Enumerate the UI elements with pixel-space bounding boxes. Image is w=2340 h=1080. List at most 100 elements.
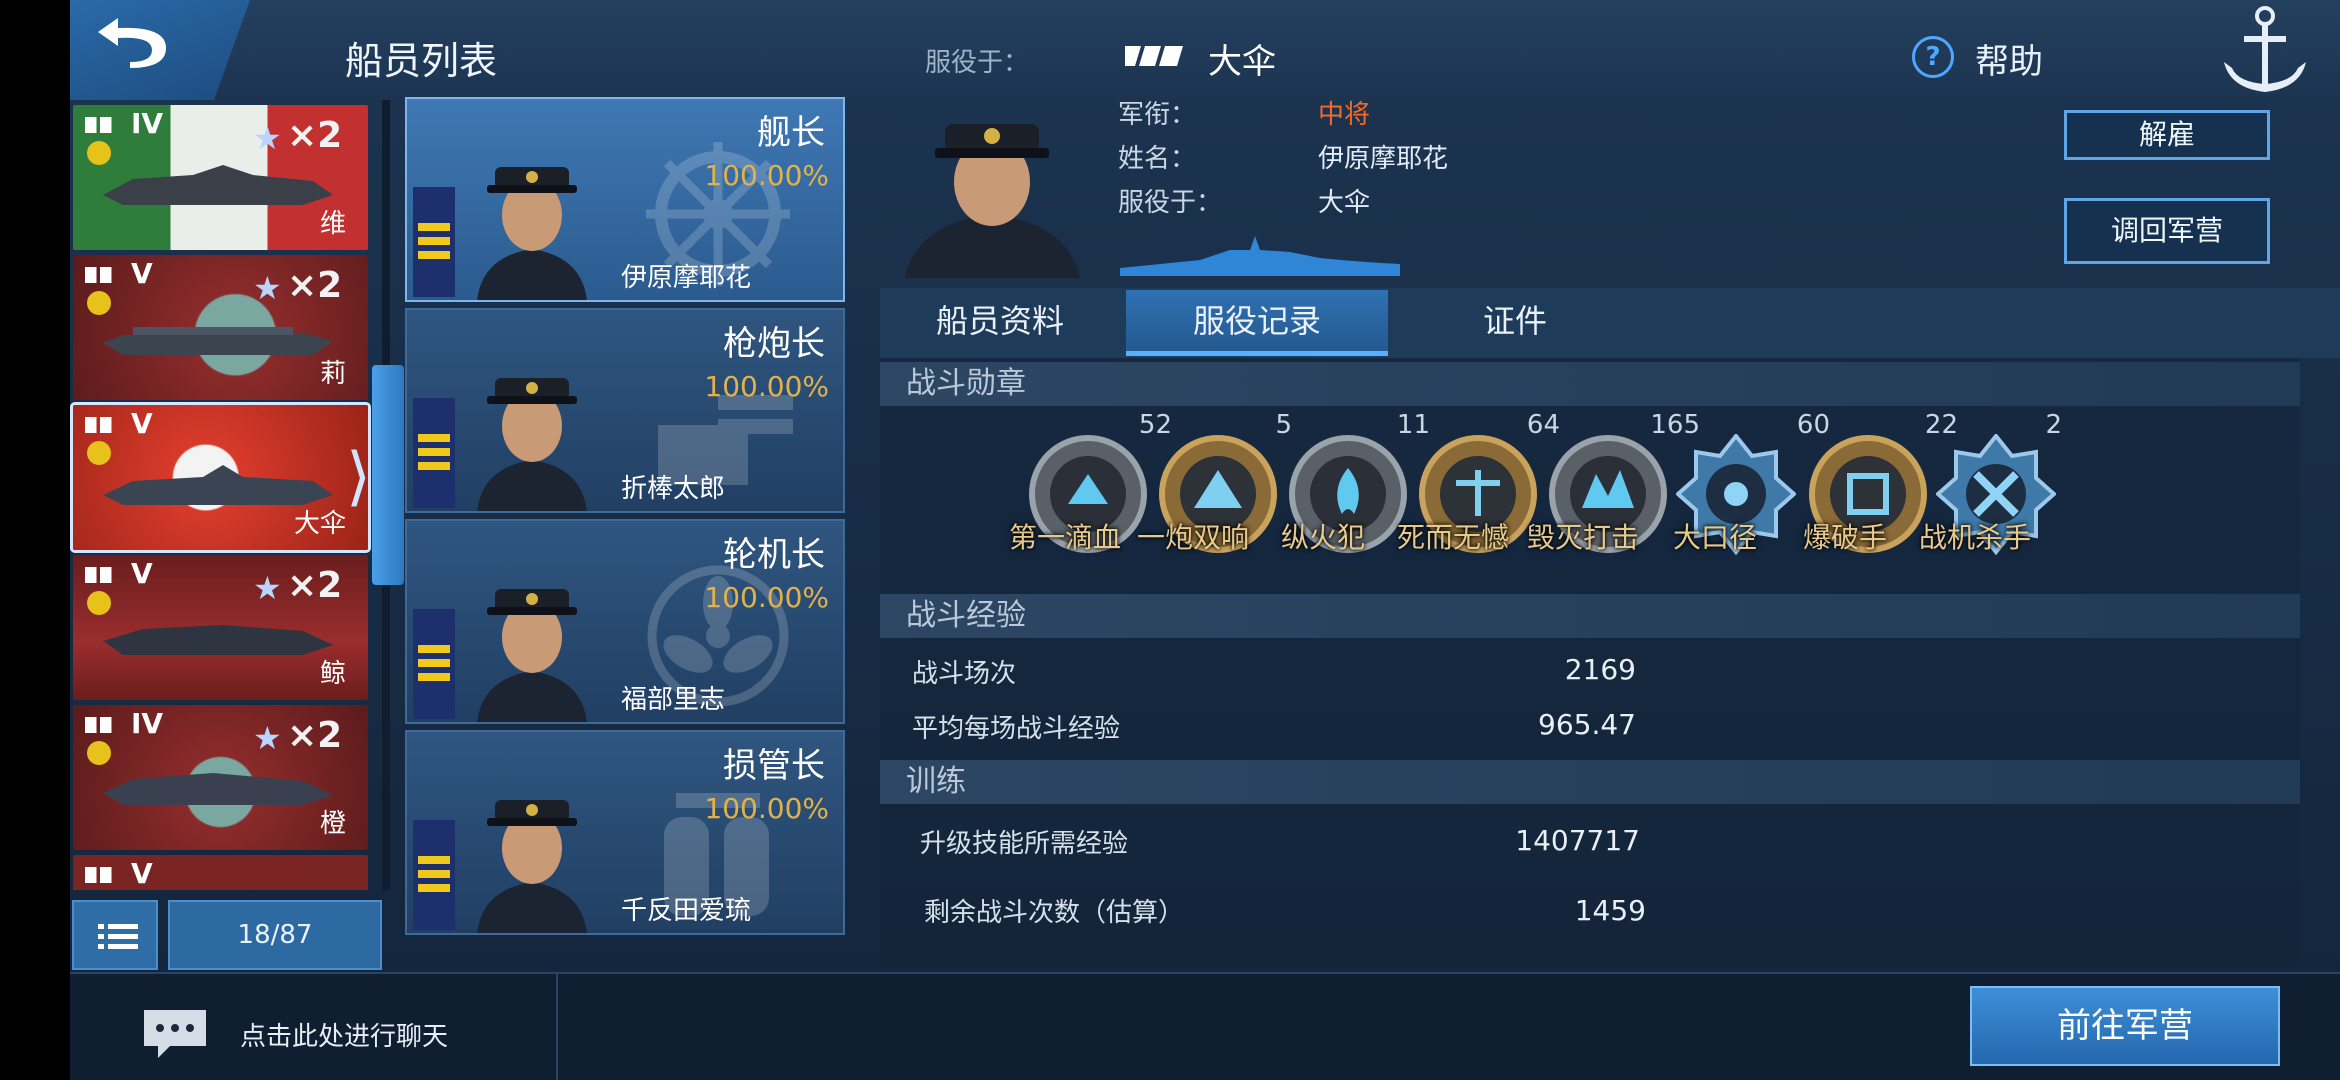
medal-name: 第一滴血 bbox=[1008, 521, 1121, 554]
rank-insignia-icon bbox=[413, 398, 455, 508]
star-icon: ★ bbox=[253, 719, 282, 757]
ship-item-1[interactable]: IV ★ ×2 维 bbox=[73, 105, 368, 250]
battles-left-label: 剩余战斗次数（估算） bbox=[924, 898, 1185, 928]
ship-hull-icon bbox=[103, 625, 333, 655]
star-icon: ★ bbox=[253, 119, 282, 157]
help-icon[interactable]: ? bbox=[1912, 36, 1954, 78]
go-to-barracks-button[interactable]: 前往军营 bbox=[1970, 986, 2280, 1066]
left-black-bar bbox=[0, 0, 70, 1080]
ship-tier: V bbox=[85, 257, 153, 290]
selected-crew-portrait bbox=[905, 124, 1080, 278]
crew-card-gunnery[interactable]: 枪炮长 100.00% 折棒太郎 bbox=[405, 308, 845, 513]
battles-label: 战斗场次 bbox=[912, 659, 1017, 689]
ship-tier-label: IV bbox=[131, 107, 164, 140]
rank-insignia-icon bbox=[413, 609, 455, 719]
avg-xp-label: 平均每场战斗经验 bbox=[912, 714, 1121, 744]
crew-portrait bbox=[477, 800, 587, 933]
crew-training-percent: 100.00% bbox=[704, 159, 829, 192]
name-label: 姓名： bbox=[1118, 144, 1197, 174]
ship-class-icon bbox=[85, 867, 123, 883]
star-icon: ★ bbox=[253, 569, 282, 607]
xp-needed-value: 1407717 bbox=[1515, 824, 1640, 857]
avg-xp-value: 965.47 bbox=[1538, 708, 1636, 741]
crew-role: 枪炮长 bbox=[723, 324, 825, 364]
medal-name: 死而无憾 bbox=[1396, 521, 1509, 554]
medal-name: 爆破手 bbox=[1802, 521, 1887, 554]
medal-name: 大口径 bbox=[1672, 521, 1757, 554]
xp-needed-label: 升级技能所需经验 bbox=[920, 829, 1129, 859]
crew-name: 千反田爱琉 bbox=[621, 896, 752, 926]
rank-insignia-icon bbox=[413, 820, 455, 930]
crew-name: 折棒太郎 bbox=[621, 474, 726, 504]
chat-bubble-icon[interactable] bbox=[140, 1006, 210, 1062]
xp-multiplier: ×2 bbox=[287, 565, 343, 606]
star-icon: ★ bbox=[253, 269, 282, 307]
ship-tier-label: IV bbox=[131, 707, 164, 740]
ship-item-2[interactable]: V ★ ×2 莉 bbox=[73, 255, 368, 400]
rank-insignia-icon bbox=[413, 187, 455, 297]
rank-badge-icon bbox=[87, 591, 111, 615]
ship-hull-icon bbox=[103, 327, 333, 355]
ship-list-side-tab[interactable] bbox=[372, 365, 404, 585]
tab-service-record[interactable]: 服役记录 bbox=[1126, 290, 1388, 356]
ship-name: 鲸 bbox=[319, 659, 346, 689]
crew-training-percent: 100.00% bbox=[704, 581, 829, 614]
name-value: 伊原摩耶花 bbox=[1318, 144, 1449, 174]
crew-portrait bbox=[477, 378, 587, 511]
crew-count: 18/87 bbox=[168, 900, 382, 970]
served-on-ship: 大伞 bbox=[1208, 42, 1276, 82]
tab-crew-info[interactable]: 船员资料 bbox=[880, 290, 1120, 356]
rank-badge-icon bbox=[87, 291, 111, 315]
expand-chevron-icon[interactable]: ⟩ bbox=[346, 440, 371, 514]
battles-left-value: 1459 bbox=[1574, 894, 1646, 927]
medals-section-title: 战斗勋章 bbox=[880, 362, 2300, 406]
anchor-logo-icon bbox=[2224, 6, 2306, 92]
served-on-label: 服役于： bbox=[925, 48, 1030, 78]
crew-card-damage-control[interactable]: 损管长 100.00% 千反田爱琉 bbox=[405, 730, 845, 935]
rank-label: 军衔： bbox=[1118, 100, 1197, 130]
ship-tier: IV bbox=[85, 107, 163, 140]
ship-name: 维 bbox=[319, 209, 346, 239]
medal-name: 一炮双响 bbox=[1136, 521, 1249, 554]
crew-name: 福部里志 bbox=[621, 685, 726, 715]
ship-tier-label: V bbox=[131, 557, 153, 590]
chat-prompt[interactable]: 点击此处进行聊天 bbox=[240, 1016, 448, 1053]
ship-class-icon bbox=[85, 117, 123, 133]
crew-role: 轮机长 bbox=[723, 535, 825, 575]
page-title: 船员列表 bbox=[345, 39, 498, 83]
crew-name: 伊原摩耶花 bbox=[621, 263, 752, 293]
ship-item-4[interactable]: V ★ ×2 鲸 bbox=[73, 555, 368, 700]
battles-value: 2169 bbox=[1564, 653, 1636, 686]
back-arrow-icon[interactable] bbox=[90, 10, 180, 70]
ship-tier-label: V bbox=[131, 257, 153, 290]
tab-certificates[interactable]: 证件 bbox=[1400, 290, 1630, 356]
ship-item-3[interactable]: V 大伞 bbox=[70, 402, 371, 553]
ship-class-icon bbox=[1125, 46, 1183, 66]
ship-tier: V bbox=[85, 557, 153, 590]
rank-badge-icon bbox=[87, 741, 111, 765]
recall-to-barracks-button[interactable]: 调回军营 bbox=[2064, 198, 2270, 264]
medal-name: 毁灭打击 bbox=[1526, 521, 1639, 554]
ship-hull-icon bbox=[103, 773, 333, 805]
training-section-title: 训练 bbox=[880, 760, 2300, 804]
experience-section-title: 战斗经验 bbox=[880, 594, 2300, 638]
dismiss-button[interactable]: 解雇 bbox=[2064, 110, 2270, 160]
crew-card-engineer[interactable]: 轮机长 100.00% 福部里志 bbox=[405, 519, 845, 724]
ship-hull-icon bbox=[103, 165, 333, 205]
crew-portrait bbox=[477, 167, 587, 300]
list-view-button[interactable] bbox=[72, 900, 158, 970]
crew-portrait bbox=[477, 589, 587, 722]
rank-value: 中将 bbox=[1318, 100, 1371, 130]
ship-class-icon bbox=[85, 567, 123, 583]
ship-item-5[interactable]: IV ★ ×2 橙 bbox=[73, 705, 368, 850]
ship-silhouette-icon bbox=[1120, 236, 1400, 276]
crew-card-captain[interactable]: 舰长 100.00% 伊原摩耶花 bbox=[405, 97, 845, 302]
ship-tier: V bbox=[85, 407, 153, 440]
ship-tier: IV bbox=[85, 707, 163, 740]
ship-item-6[interactable]: V bbox=[73, 855, 368, 890]
medal-name: 纵火犯 bbox=[1280, 521, 1365, 554]
help-button[interactable]: 帮助 bbox=[1975, 34, 2043, 83]
list-icon bbox=[98, 924, 138, 949]
ship-tier: V bbox=[85, 857, 153, 890]
served-on-detail-value: 大伞 bbox=[1318, 188, 1371, 218]
